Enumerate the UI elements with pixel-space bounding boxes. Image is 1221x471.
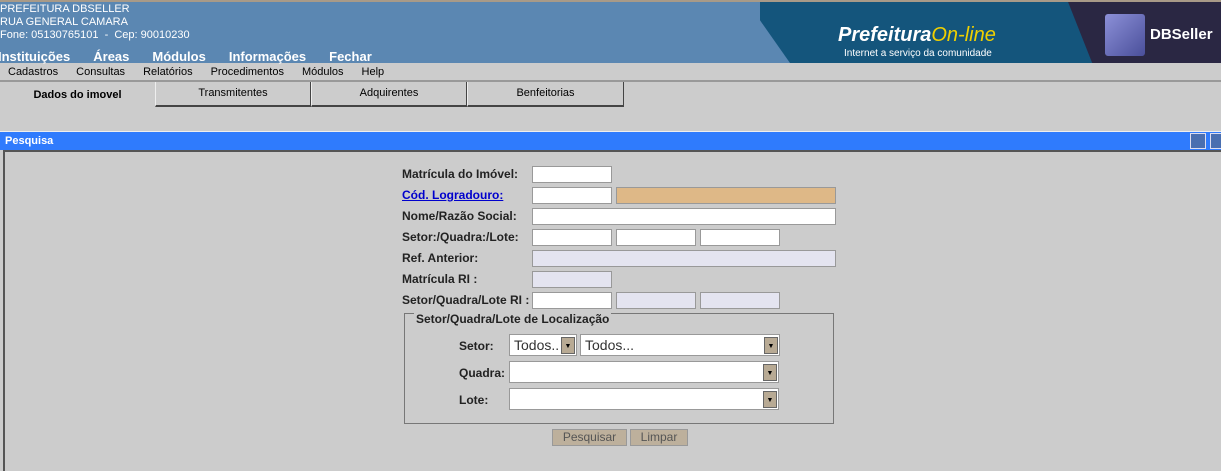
chevron-down-icon: ▼	[764, 337, 778, 354]
dbseller-logo-icon	[1105, 14, 1145, 56]
matricula-input[interactable]	[532, 166, 612, 183]
lote-ri-input[interactable]	[700, 292, 780, 309]
lote-select[interactable]: ▼	[509, 388, 779, 410]
banner: PrefeituraOn-line Internet a serviço da …	[760, 2, 1221, 63]
brand: DBSeller	[1150, 26, 1213, 43]
submenu-relatorios[interactable]: Relatórios	[143, 66, 193, 78]
label-lote: Lote:	[459, 393, 489, 407]
menu-fechar[interactable]: Fechar	[329, 49, 372, 64]
search-button[interactable]: Pesquisar	[552, 429, 627, 446]
menu-modulos[interactable]: Módulos	[152, 49, 205, 64]
label-ref-anterior: Ref. Anterior:	[402, 251, 479, 265]
org-name: PREFEITURA DBSELLER	[0, 3, 130, 15]
tagline: Internet a serviço da comunidade	[844, 48, 992, 59]
main-menu: Instituições Áreas Módulos Informações F…	[0, 49, 395, 64]
setor-input[interactable]	[532, 229, 612, 246]
setor-select-short[interactable]: Todos.. ▼	[509, 334, 577, 356]
tab-dados-imovel[interactable]: Dados do imovel	[0, 82, 155, 107]
menu-areas[interactable]: Áreas	[93, 49, 129, 64]
maximize-icon[interactable]	[1210, 133, 1221, 149]
submenu: Cadastros Consultas Relatórios Procedime…	[0, 63, 1221, 82]
org-contact: Fone: 05130765101 - Cep: 90010230	[0, 29, 190, 41]
ref-anterior-input[interactable]	[532, 250, 836, 267]
tab-transmitentes[interactable]: Transmitentes	[155, 82, 311, 107]
lote-input[interactable]	[700, 229, 780, 246]
org-address: RUA GENERAL CAMARA	[0, 16, 128, 28]
logradouro-name-field	[616, 187, 836, 204]
submenu-consultas[interactable]: Consultas	[76, 66, 125, 78]
submenu-modulos[interactable]: Módulos	[302, 66, 344, 78]
label-nome: Nome/Razão Social:	[402, 209, 517, 223]
org-info: PREFEITURA DBSELLER RUA GENERAL CAMARA F…	[0, 3, 190, 42]
logo: PrefeituraOn-line	[838, 24, 996, 46]
nome-input[interactable]	[532, 208, 836, 225]
quadra-input[interactable]	[616, 229, 696, 246]
label-quadra: Quadra:	[459, 366, 506, 380]
fieldset-legend: Setor/Quadra/Lote de Localização	[414, 312, 612, 326]
submenu-procedimentos[interactable]: Procedimentos	[211, 66, 284, 78]
chevron-down-icon: ▼	[763, 391, 777, 408]
clear-button[interactable]: Limpar	[630, 429, 688, 446]
label-setor-quadra-lote: Setor:/Quadra:/Lote:	[402, 230, 519, 244]
matricula-ri-input[interactable]	[532, 271, 612, 288]
setor-ri-input[interactable]	[532, 292, 612, 309]
submenu-cadastros[interactable]: Cadastros	[8, 66, 58, 78]
label-sql-ri: Setor/Quadra/Lote RI :	[402, 293, 530, 307]
label-matricula-ri: Matrícula RI :	[402, 272, 478, 286]
label-setor: Setor:	[459, 339, 494, 353]
quadra-select[interactable]: ▼	[509, 361, 779, 383]
setor-select[interactable]: Todos... ▼	[580, 334, 780, 356]
chevron-down-icon: ▼	[561, 337, 575, 354]
label-matricula: Matrícula do Imóvel:	[402, 167, 519, 181]
submenu-help[interactable]: Help	[362, 66, 385, 78]
tab-adquirentes[interactable]: Adquirentes	[311, 82, 467, 107]
menu-instituicoes[interactable]: Instituições	[0, 49, 70, 64]
menu-informacoes[interactable]: Informações	[229, 49, 306, 64]
chevron-down-icon: ▼	[763, 364, 777, 381]
quadra-ri-input[interactable]	[616, 292, 696, 309]
tab-benfeitorias[interactable]: Benfeitorias	[467, 82, 624, 107]
minimize-icon[interactable]	[1190, 133, 1206, 149]
window-title: Pesquisa	[0, 131, 1221, 150]
cod-logradouro-input[interactable]	[532, 187, 612, 204]
cod-logradouro-link[interactable]: Cód. Logradouro:	[402, 188, 503, 202]
